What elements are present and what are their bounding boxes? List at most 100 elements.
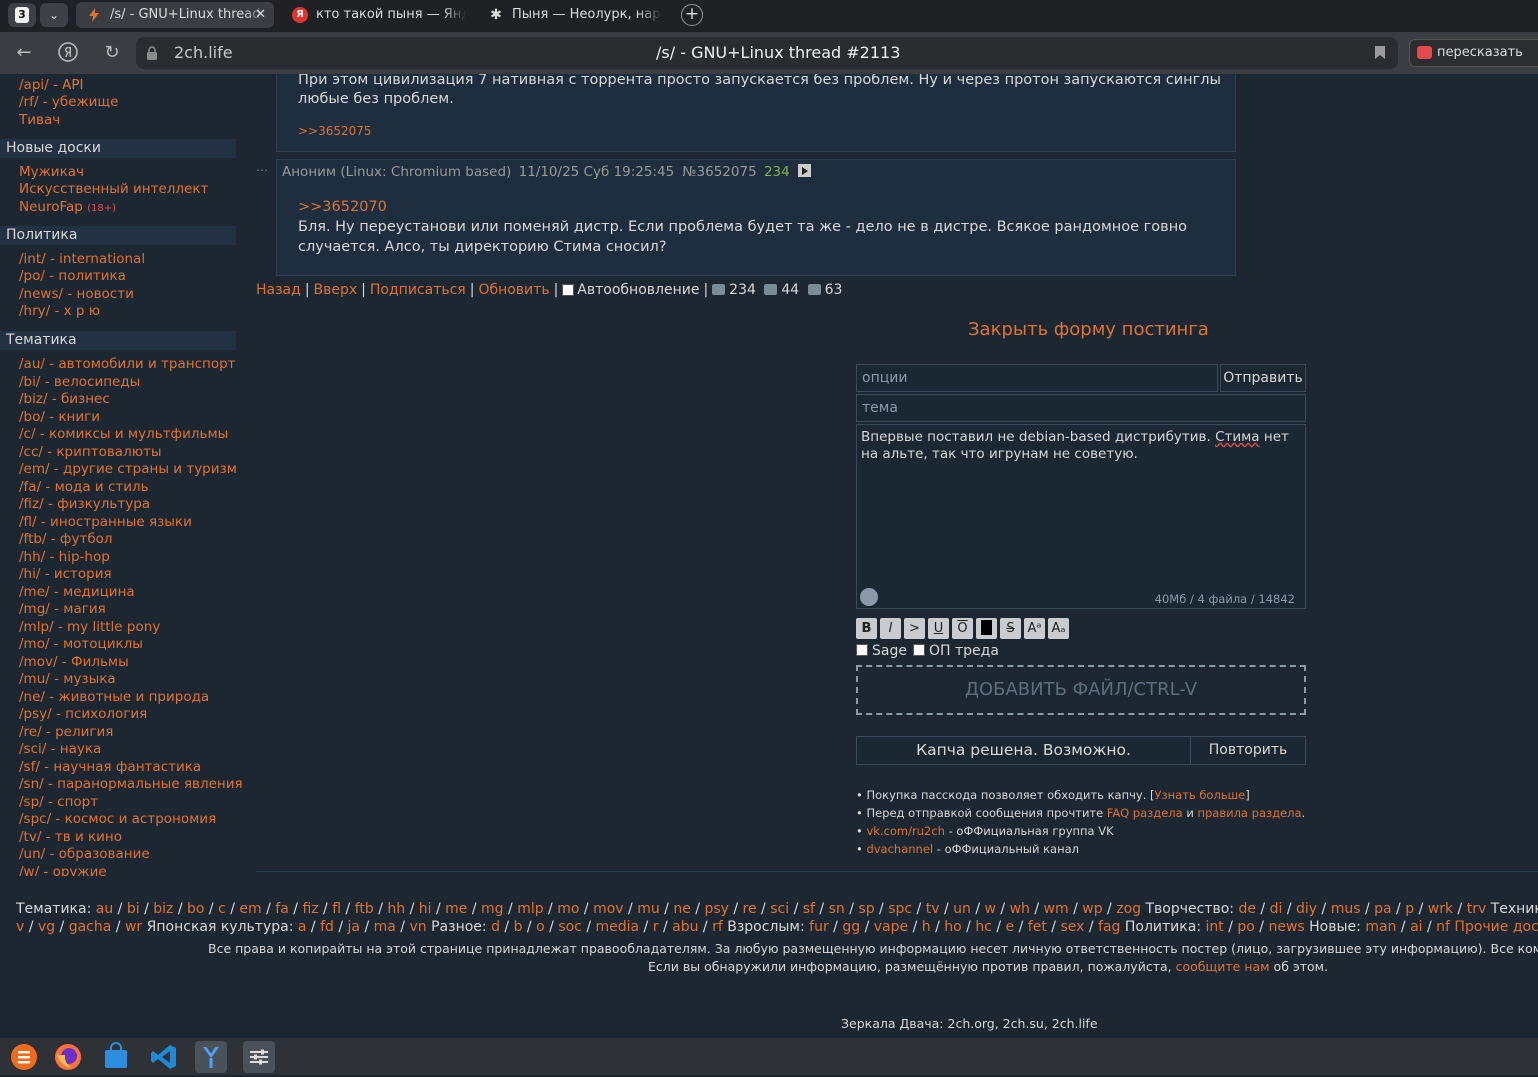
footer-board-link[interactable]: sp bbox=[858, 901, 874, 917]
footer-board-link[interactable]: w bbox=[985, 901, 996, 917]
sidebar-link[interactable]: /mo/ - мотоциклы bbox=[19, 636, 143, 652]
sage-checkbox[interactable] bbox=[856, 644, 868, 656]
footer-board-link[interactable]: re bbox=[743, 901, 757, 917]
sidebar-link[interactable]: Искусственный интеллект bbox=[19, 181, 208, 197]
back-arrow-icon[interactable]: ← bbox=[12, 41, 36, 65]
sidebar-link[interactable]: /au/ - автомобили и транспорт bbox=[19, 356, 236, 372]
autorefresh-checkbox[interactable] bbox=[562, 284, 575, 296]
url-field[interactable]: 2ch.life /s/ - GNU+Linux thread #2113 bbox=[136, 37, 1398, 69]
footer-board-link[interactable]: abu bbox=[672, 919, 698, 935]
sage-option[interactable]: Sage bbox=[856, 643, 907, 659]
new-tab-button[interactable]: + bbox=[681, 4, 703, 26]
other-boards-link[interactable]: Прочие доски bbox=[1454, 919, 1538, 935]
op-checkbox[interactable] bbox=[913, 644, 925, 656]
sidebar-link[interactable]: /spc/ - космос и астрономия bbox=[19, 811, 216, 827]
quote-button[interactable]: > bbox=[904, 618, 925, 639]
footer-board-link[interactable]: trv bbox=[1467, 901, 1487, 917]
superscript-button[interactable]: Aᵃ bbox=[1024, 618, 1045, 639]
footer-board-link[interactable]: nf bbox=[1436, 919, 1450, 935]
footer-board-link[interactable]: ja bbox=[348, 919, 360, 935]
overline-button[interactable]: O bbox=[952, 618, 973, 639]
underline-button[interactable]: U bbox=[928, 618, 949, 639]
settings-icon[interactable] bbox=[243, 1041, 275, 1073]
footer-board-link[interactable]: mlp bbox=[517, 901, 543, 917]
options-input[interactable]: опции bbox=[856, 364, 1218, 392]
subscript-button[interactable]: Aₐ bbox=[1048, 618, 1069, 639]
vscode-icon[interactable] bbox=[148, 1041, 180, 1073]
submit-button[interactable]: Отправить bbox=[1220, 364, 1306, 392]
footer-board-link[interactable]: pa bbox=[1374, 901, 1391, 917]
footer-board-link[interactable]: sci bbox=[770, 901, 789, 917]
sidebar-link[interactable]: /hi/ - история bbox=[19, 566, 112, 582]
footer-board-link[interactable]: fur bbox=[809, 919, 829, 935]
post-menu-dots-icon[interactable]: … bbox=[256, 160, 268, 174]
sidebar-link[interactable]: /po/ - политика bbox=[19, 268, 126, 284]
sidebar-link[interactable]: /ne/ - животные и природа bbox=[19, 689, 209, 705]
sidebar-link[interactable]: /sp/ - спорт bbox=[19, 794, 98, 810]
tab-counter-button[interactable]: 3 bbox=[8, 3, 36, 27]
footer-board-link[interactable]: fd bbox=[320, 919, 334, 935]
retell-button[interactable]: пересказать bbox=[1409, 39, 1538, 67]
footer-board-link[interactable]: news bbox=[1268, 919, 1304, 935]
footer-board-link[interactable]: mo bbox=[557, 901, 579, 917]
footer-board-link[interactable]: ma bbox=[374, 919, 396, 935]
footer-board-link[interactable]: int bbox=[1206, 919, 1224, 935]
footer-board-link[interactable]: r bbox=[653, 919, 659, 935]
spoiler-button[interactable] bbox=[976, 618, 997, 639]
sidebar-link[interactable]: /api/ - API bbox=[19, 77, 84, 93]
footer-board-link[interactable]: fa bbox=[275, 901, 289, 917]
footer-board-link[interactable]: spc bbox=[888, 901, 912, 917]
sidebar-link[interactable]: /cc/ - криптовалюты bbox=[19, 444, 162, 460]
subject-input[interactable]: тема bbox=[856, 394, 1306, 422]
sidebar-link[interactable]: /fl/ - иностранные языки bbox=[19, 514, 192, 530]
store-icon[interactable] bbox=[100, 1041, 132, 1073]
footer-board-link[interactable]: ne bbox=[673, 901, 691, 917]
footer-board-link[interactable]: man bbox=[1365, 919, 1396, 935]
app-menu-icon[interactable] bbox=[8, 1041, 40, 1073]
footer-board-link[interactable]: soc bbox=[558, 919, 582, 935]
footer-board-link[interactable]: wr bbox=[125, 919, 142, 935]
learn-more-link[interactable]: Узнать больше bbox=[1155, 788, 1246, 802]
footer-board-link[interactable]: wm bbox=[1044, 901, 1069, 917]
sidebar-link[interactable]: /un/ - образование bbox=[19, 846, 150, 862]
footer-board-link[interactable]: vn bbox=[409, 919, 426, 935]
footer-board-link[interactable]: hc bbox=[975, 919, 992, 935]
subscribe-link[interactable]: Подписаться bbox=[370, 282, 466, 298]
footer-board-link[interactable]: em bbox=[239, 901, 261, 917]
italic-button[interactable]: I bbox=[880, 618, 901, 639]
sidebar-link[interactable]: Мужикач bbox=[19, 164, 84, 180]
footer-board-link[interactable]: me bbox=[445, 901, 467, 917]
footer-board-link[interactable]: hi bbox=[419, 901, 432, 917]
sidebar-link[interactable]: /biz/ - бизнес bbox=[19, 391, 110, 407]
footer-board-link[interactable]: de bbox=[1238, 901, 1256, 917]
footer-board-link[interactable]: a bbox=[298, 919, 307, 935]
channel-link[interactable]: dvachannel bbox=[866, 842, 933, 856]
sidebar-section-title[interactable]: Тематика bbox=[0, 331, 236, 350]
post-quote-link[interactable]: >>3652070 bbox=[298, 199, 387, 215]
sidebar-link[interactable]: /me/ - медицина bbox=[19, 584, 135, 600]
footer-board-link[interactable]: biz bbox=[153, 901, 173, 917]
sidebar-link[interactable]: /rf/ - убежище bbox=[19, 94, 118, 110]
footer-board-link[interactable]: au bbox=[96, 901, 113, 917]
sidebar-link[interactable]: /sf/ - научная фантастика bbox=[19, 759, 201, 775]
sidebar-section-title[interactable]: Политика bbox=[0, 226, 236, 245]
reload-icon[interactable]: ↻ bbox=[100, 41, 124, 65]
footer-board-link[interactable]: p bbox=[1405, 901, 1414, 917]
footer-board-link[interactable]: gg bbox=[842, 919, 860, 935]
sidebar-link[interactable]: /w/ - оружие bbox=[19, 864, 107, 877]
footer-board-link[interactable]: zog bbox=[1116, 901, 1141, 917]
sidebar-link[interactable]: /mov/ - Фильмы bbox=[19, 654, 129, 670]
retry-captcha-button[interactable]: Повторить bbox=[1190, 736, 1306, 765]
sidebar-link[interactable]: /hh/ - hip-hop bbox=[19, 549, 110, 565]
footer-board-link[interactable]: gacha bbox=[69, 919, 112, 935]
footer-board-link[interactable]: sex bbox=[1060, 919, 1084, 935]
message-textarea[interactable]: Впервые поставил не debian-based дистриб… bbox=[856, 424, 1306, 609]
footer-board-link[interactable]: ftb bbox=[355, 901, 374, 917]
rules-link[interactable]: правила раздела bbox=[1197, 806, 1301, 820]
tab-2ch-thread[interactable]: /s/ - GNU+Linux thread ✕ bbox=[76, 2, 274, 28]
sidebar-link[interactable]: /mlp/ - my little pony bbox=[19, 619, 160, 635]
vk-link[interactable]: vk.com/ru2ch bbox=[866, 824, 945, 838]
footer-board-link[interactable]: tv bbox=[926, 901, 940, 917]
footer-board-link[interactable]: v bbox=[16, 919, 24, 935]
footer-board-link[interactable]: fl bbox=[332, 901, 341, 917]
